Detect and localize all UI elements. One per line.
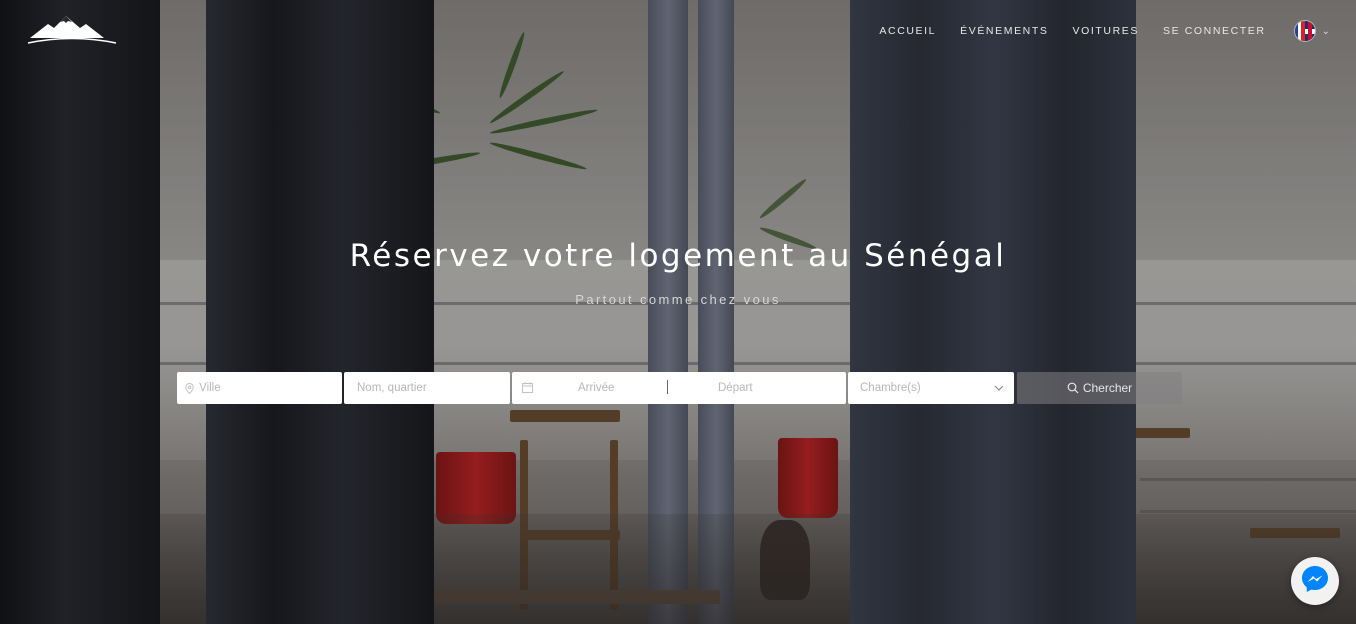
depart-input[interactable]	[718, 372, 808, 404]
chevron-down-icon	[994, 383, 1004, 394]
ville-field[interactable]	[177, 372, 342, 404]
messenger-chat-button[interactable]	[1291, 557, 1339, 605]
fr-uk-flag-icon	[1293, 20, 1316, 42]
nom-quartier-field[interactable]	[344, 372, 510, 404]
dates-field[interactable]	[512, 372, 846, 404]
arrivee-input[interactable]	[578, 372, 668, 404]
ville-input[interactable]	[199, 372, 342, 404]
nav-voitures[interactable]: VOITURES	[1072, 25, 1138, 37]
calendar-icon	[522, 382, 533, 393]
page-title: Réservez votre logement au Sénégal	[349, 238, 1007, 274]
nav-accueil[interactable]: ACCUEIL	[879, 25, 936, 37]
search-bar: Chambre(s) Chercher	[177, 372, 1182, 404]
map-pin-icon	[185, 382, 194, 394]
nav-evenements[interactable]: ÉVÉNEMENTS	[960, 25, 1048, 37]
chambres-select[interactable]: Chambre(s)	[848, 372, 1014, 404]
mountain-logo-icon[interactable]	[26, 12, 118, 46]
nav-se-connecter[interactable]: SE CONNECTER	[1163, 25, 1266, 37]
site-header: ACCUEIL ÉVÉNEMENTS VOITURES SE CONNECTER…	[0, 0, 1356, 62]
hero-background	[0, 0, 1356, 624]
language-selector[interactable]: ⌄	[1293, 20, 1330, 42]
search-icon	[1067, 382, 1079, 394]
search-button[interactable]: Chercher	[1017, 372, 1182, 404]
nom-quartier-input[interactable]	[357, 372, 510, 404]
messenger-icon	[1299, 563, 1331, 599]
date-separator	[667, 380, 668, 394]
chambres-label: Chambre(s)	[860, 382, 921, 394]
main-nav: ACCUEIL ÉVÉNEMENTS VOITURES SE CONNECTER…	[879, 20, 1356, 42]
page-subtitle: Partout comme chez vous	[575, 292, 781, 307]
search-button-label: Chercher	[1082, 381, 1133, 395]
chevron-down-icon: ⌄	[1321, 25, 1330, 37]
